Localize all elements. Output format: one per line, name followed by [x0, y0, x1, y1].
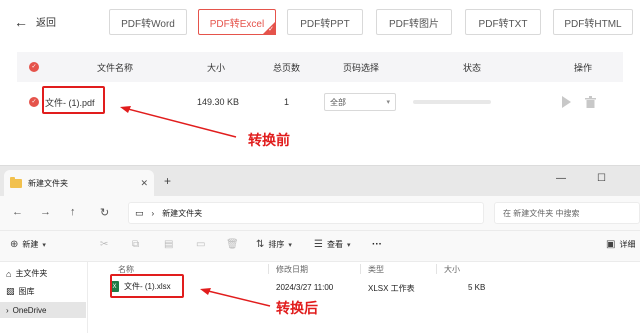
chevron-down-icon: ▾: [288, 241, 292, 249]
scissors-icon: ✂: [100, 239, 109, 250]
sort-icon: ⇅: [256, 239, 265, 250]
new-label: 新建: [22, 240, 39, 249]
details-button[interactable]: ▣ 详细: [606, 239, 635, 250]
plus-circle-icon: ⊕: [10, 239, 19, 250]
more-label: ···: [372, 239, 382, 250]
cut-button[interactable]: ✂: [100, 239, 108, 250]
rename-button[interactable]: ▭: [196, 239, 205, 250]
explorer-toolbar: ⊕ 新建 ▾ ✂ ⧉ ▤ ▭ 🗑 ⇅ 排序 ▾ ☰ 查看 ▾ ··· ▣ 详细: [0, 230, 640, 262]
address-bar-row: ← → ↑ ↻ ▭ › 新建文件夹 在 新建文件夹 中搜索: [0, 196, 640, 230]
chevron-down-icon: ▾: [42, 241, 46, 249]
chevron-right-icon: ›: [151, 208, 155, 218]
delete-button[interactable]: 🗑: [226, 239, 239, 250]
view-button[interactable]: ☰ 查看 ▾: [314, 239, 350, 250]
view-icon: ☰: [314, 239, 323, 250]
rename-icon: ▭: [196, 239, 206, 250]
annotation-after-label: 转换后: [276, 300, 318, 316]
address-field[interactable]: ▭ › 新建文件夹: [128, 202, 484, 224]
maximize-icon[interactable]: ☐: [597, 173, 606, 184]
converter-app: ← 返回 PDF转Word PDF转Excel ✓ PDF转PPT PDF转图片…: [0, 0, 640, 160]
trash-icon: 🗑: [226, 239, 239, 250]
nav-up-icon[interactable]: ↑: [70, 206, 76, 218]
paste-button[interactable]: ▤: [164, 239, 173, 250]
explorer-tab[interactable]: 新建文件夹 ✕: [4, 170, 154, 196]
copy-button[interactable]: ⧉: [132, 239, 139, 250]
new-tab-plus-icon[interactable]: +: [164, 174, 171, 188]
explorer-content: ⌂ 主文件夹 ▧ 图库 › OneDrive 名称 修改日期 类型 大小 X 文…: [0, 262, 640, 333]
details-pane-icon: ▣: [606, 239, 616, 250]
new-button[interactable]: ⊕ 新建 ▾: [10, 239, 46, 250]
search-input[interactable]: 在 新建文件夹 中搜索: [494, 202, 640, 224]
annotation-arrow-before: [120, 106, 237, 138]
more-button[interactable]: ···: [372, 239, 382, 250]
address-text: 新建文件夹: [162, 208, 203, 218]
sort-button[interactable]: ⇅ 排序 ▾: [256, 239, 292, 250]
copy-icon: ⧉: [132, 239, 140, 250]
file-explorer-window: 新建文件夹 ✕ + — ☐ ← → ↑ ↻ ▭ › 新建文件夹 在 新建文件夹 …: [0, 165, 640, 333]
explorer-tabbar: 新建文件夹 ✕ + — ☐: [0, 166, 640, 196]
details-label: 详细: [619, 240, 636, 249]
annotation-arrow-after: [200, 288, 271, 307]
nav-forward-icon[interactable]: →: [40, 206, 51, 218]
annotation-before-label: 转换前: [248, 132, 290, 148]
tab-title: 新建文件夹: [28, 178, 68, 188]
sort-label: 排序: [268, 240, 285, 249]
view-label: 查看: [326, 240, 343, 249]
search-placeholder: 在 新建文件夹 中搜索: [503, 208, 580, 218]
minimize-icon[interactable]: —: [556, 173, 566, 184]
close-icon[interactable]: ✕: [140, 178, 148, 189]
refresh-icon[interactable]: ↻: [100, 206, 109, 219]
chevron-down-icon: ▾: [346, 241, 351, 249]
folder-icon: [10, 176, 22, 188]
paste-icon: ▤: [164, 239, 174, 250]
monitor-icon: ▭: [135, 207, 144, 218]
nav-back-icon[interactable]: ←: [12, 206, 23, 218]
